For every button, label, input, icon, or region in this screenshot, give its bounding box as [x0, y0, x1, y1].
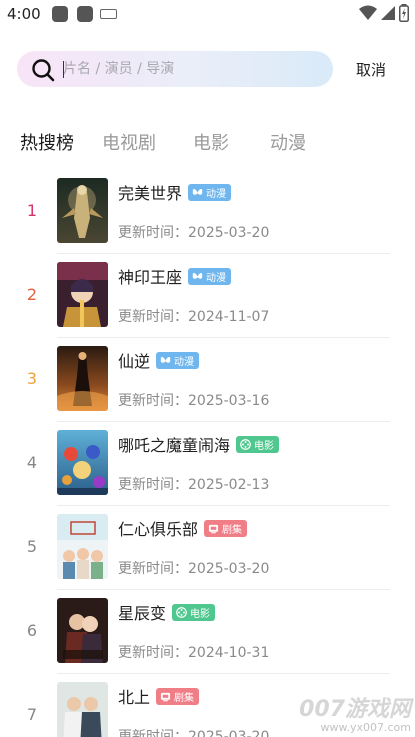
tag-label: 电影 [190, 608, 211, 620]
update-time: 更新时间：2024-11-07 [118, 306, 269, 326]
list-item[interactable]: 3 仙逆 动漫 更新时间：2025-03-16 [0, 338, 415, 422]
title-line: 完美世界 动漫 [118, 180, 232, 204]
category-tag: 电影 [236, 435, 280, 453]
text-cursor [63, 61, 64, 78]
update-date: 2025-02-13 [188, 477, 270, 493]
battery-icon [399, 4, 409, 22]
tag-label: 剧集 [174, 692, 195, 704]
category-tag: 电影 [172, 603, 216, 621]
poster-thumbnail[interactable] [57, 262, 108, 327]
update-date: 2025-03-20 [188, 729, 270, 737]
poster-thumbnail[interactable] [57, 514, 108, 579]
tag-label: 剧集 [222, 524, 243, 536]
item-title: 完美世界 [118, 184, 183, 203]
update-time: 更新时间：2025-02-13 [118, 474, 269, 494]
update-label: 更新时间： [118, 309, 188, 325]
poster-thumbnail[interactable] [57, 598, 108, 663]
tab-movies[interactable]: 电影 [193, 129, 229, 155]
poster-thumbnail[interactable] [57, 430, 108, 495]
title-line: 仁心俱乐部 剧集 [118, 516, 248, 540]
hot-search-list: 1 完美世界 动漫 更新时间：2025-03-20 2 神印王座 动漫 更新时间… [0, 170, 415, 737]
poster-thumbnail[interactable] [57, 346, 108, 411]
update-label: 更新时间： [118, 729, 188, 737]
update-label: 更新时间： [118, 561, 188, 577]
item-title: 哪吒之魔童闹海 [118, 436, 231, 455]
update-label: 更新时间： [118, 645, 188, 661]
film-reel-icon [240, 438, 251, 450]
list-item[interactable]: 5 仁心俱乐部 剧集 更新时间：2025-03-20 [0, 506, 415, 590]
poster-thumbnail[interactable] [57, 178, 108, 243]
category-tag: 剧集 [156, 687, 200, 705]
update-date: 2024-10-31 [188, 645, 270, 661]
rank-number: 5 [26, 537, 38, 556]
tab-anime[interactable]: 动漫 [270, 129, 306, 155]
film-reel-icon [176, 606, 187, 618]
update-date: 2025-03-20 [188, 561, 270, 577]
tag-label: 电影 [254, 440, 275, 452]
status-time: 4:00 [7, 5, 41, 23]
update-time: 更新时间：2025-03-16 [118, 390, 269, 410]
title-line: 神印王座 动漫 [118, 264, 232, 288]
tv-icon [208, 524, 219, 533]
rank-number: 1 [26, 201, 38, 220]
update-time: 更新时间：2024-10-31 [118, 642, 269, 662]
title-line: 哪吒之魔童闹海 电影 [118, 432, 280, 456]
keyboard-icon [100, 9, 117, 19]
signal-icon [381, 6, 395, 20]
status-icons [359, 4, 409, 22]
wifi-icon [359, 5, 377, 20]
rank-number: 7 [26, 705, 38, 724]
item-title: 仙逆 [118, 352, 151, 371]
update-date: 2025-03-20 [188, 225, 270, 241]
list-item[interactable]: 2 神印王座 动漫 更新时间：2024-11-07 [0, 254, 415, 338]
item-title: 星辰变 [118, 604, 167, 623]
tab-hot-search[interactable]: 热搜榜 [20, 129, 74, 155]
poster-thumbnail[interactable] [57, 682, 108, 737]
category-tag: 动漫 [188, 183, 232, 201]
title-line: 北上 剧集 [118, 684, 200, 708]
update-label: 更新时间： [118, 477, 188, 493]
tag-label: 动漫 [206, 188, 227, 200]
watermark: 007游戏网 www.yx007.com [296, 697, 411, 735]
status-bar: 4:00 [0, 0, 415, 30]
tag-label: 动漫 [206, 272, 227, 284]
tab-tv-series[interactable]: 电视剧 [102, 129, 156, 155]
rank-number: 3 [26, 369, 38, 388]
category-tag: 动漫 [188, 267, 232, 285]
update-date: 2025-03-16 [188, 393, 270, 409]
search-icon [32, 59, 55, 82]
butterfly-icon [192, 188, 203, 195]
watermark-brand: 007游戏网 [299, 697, 411, 722]
update-label: 更新时间： [118, 393, 188, 409]
rank-number: 4 [26, 453, 38, 472]
title-line: 仙逆 动漫 [118, 348, 200, 372]
notification-icon [77, 6, 93, 22]
rank-number: 2 [26, 285, 38, 304]
title-line: 星辰变 电影 [118, 600, 216, 624]
list-item[interactable]: 6 星辰变 电影 更新时间：2024-10-31 [0, 590, 415, 674]
item-title: 神印王座 [118, 268, 183, 287]
cancel-button[interactable]: 取消 [356, 59, 386, 80]
tv-icon [160, 692, 171, 701]
update-time: 更新时间：2025-03-20 [118, 558, 269, 578]
item-title: 北上 [118, 688, 151, 707]
item-title: 仁心俱乐部 [118, 520, 199, 539]
update-time: 更新时间：2025-03-20 [118, 222, 269, 242]
category-tag: 剧集 [204, 519, 248, 537]
list-item[interactable]: 4 哪吒之魔童闹海 电影 更新时间：2025-02-13 [0, 422, 415, 506]
category-tag: 动漫 [156, 351, 200, 369]
watermark-url: www.yx007.com [320, 721, 411, 734]
tag-label: 动漫 [174, 356, 195, 368]
category-tabs: 热搜榜 电视剧 电影 动漫 [0, 129, 415, 155]
update-label: 更新时间： [118, 225, 188, 241]
rank-number: 6 [26, 621, 38, 640]
butterfly-icon [192, 272, 203, 279]
update-time: 更新时间：2025-03-20 [118, 726, 269, 737]
butterfly-icon [160, 356, 171, 363]
list-item[interactable]: 1 完美世界 动漫 更新时间：2025-03-20 [0, 170, 415, 254]
search-bar[interactable] [17, 51, 333, 87]
notification-icon [52, 6, 68, 22]
search-input[interactable] [63, 59, 313, 79]
update-date: 2024-11-07 [188, 309, 270, 325]
